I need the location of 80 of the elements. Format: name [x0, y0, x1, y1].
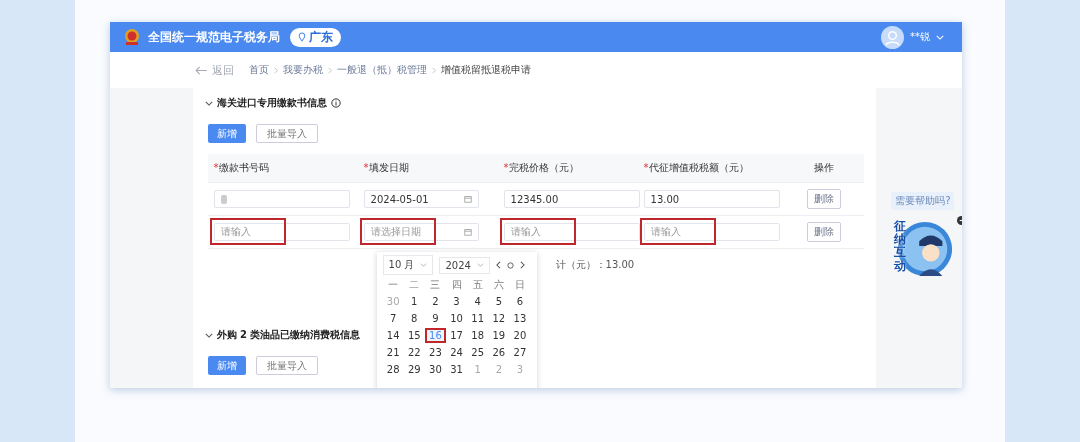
section-title: 海关进口专用缴款书信息	[216, 96, 327, 110]
calendar-icon	[463, 228, 472, 236]
calendar-icon	[463, 195, 472, 203]
location-pin-icon	[298, 32, 306, 42]
chevron-down-icon[interactable]	[204, 332, 213, 338]
calendar-day[interactable]: 8	[403, 311, 425, 326]
mascot-label: 征纳互动	[893, 220, 906, 273]
calendar-day[interactable]: 7	[382, 311, 404, 326]
calendar-day[interactable]: 12	[488, 311, 510, 326]
next-icon[interactable]	[519, 261, 525, 269]
delete-button[interactable]: 删除	[806, 189, 841, 209]
import-button[interactable]: 批量导入	[255, 124, 318, 143]
calendar-day[interactable]: 3	[446, 294, 468, 309]
weekday-label: 六	[492, 278, 505, 292]
calendar-day[interactable]: 25	[467, 345, 489, 360]
calendar-day[interactable]: 10	[446, 311, 468, 326]
breadcrumb-item[interactable]: 增值税留抵退税申请	[441, 63, 531, 77]
column-header: 操作	[812, 161, 835, 175]
help-tooltip: 需要帮助吗?	[891, 192, 955, 210]
calendar-day[interactable]: 15	[403, 328, 425, 343]
column-header: *代征增值税税额（元）	[643, 161, 750, 175]
calendar-day[interactable]: 5	[488, 294, 510, 309]
calendar-day[interactable]: 24	[446, 345, 468, 360]
calendar-day[interactable]: 2	[424, 294, 446, 309]
breadcrumb-item[interactable]: 首页	[249, 63, 269, 77]
calendar-day[interactable]: 21	[382, 345, 404, 360]
calendar-day[interactable]: 4	[467, 294, 489, 309]
weekday-label: 二	[408, 278, 421, 292]
input-field[interactable]: 12345.00	[503, 190, 640, 208]
region-selector[interactable]: 广东	[290, 27, 341, 47]
previous-icon[interactable]	[495, 261, 501, 269]
site-title: 全国统一规范电子税务局	[148, 28, 280, 46]
calendar-day[interactable]: 26	[488, 345, 510, 360]
month-select[interactable]: 10 月	[382, 255, 434, 275]
calendar-day[interactable]: 6	[509, 294, 531, 309]
delete-button[interactable]: 删除	[806, 222, 841, 242]
today-icon[interactable]	[506, 261, 514, 269]
calendar-day[interactable]: 31	[446, 362, 468, 377]
chevron-right-icon	[432, 66, 436, 74]
weekday-label: 三	[429, 278, 442, 292]
calendar-day[interactable]: 19	[488, 328, 510, 343]
import-button[interactable]: 批量导入	[255, 356, 318, 375]
calendar-day[interactable]: 14	[382, 328, 404, 343]
calendar-day[interactable]: 17	[446, 328, 468, 343]
calendar-day[interactable]: 9	[424, 311, 446, 326]
column-header: *完税价格（元）	[503, 161, 580, 175]
calendar-day[interactable]: 1	[403, 294, 425, 309]
calendar-day[interactable]: 11	[467, 311, 489, 326]
section-title: 外购 2 类油品已缴纳消费税信息	[216, 328, 361, 342]
chevron-down-icon	[476, 263, 484, 267]
chevron-down-icon[interactable]	[204, 100, 213, 106]
info-icon[interactable]	[330, 98, 341, 108]
weekday-label: 日	[513, 278, 526, 292]
weekday-label: 五	[471, 278, 484, 292]
calendar-day[interactable]: 13	[509, 311, 531, 326]
calendar-day[interactable]: 18	[467, 328, 489, 343]
calendar-day[interactable]: 23	[424, 345, 446, 360]
calendar-day[interactable]: 29	[403, 362, 425, 377]
emblem-icon	[122, 27, 142, 47]
calendar-day[interactable]: 30	[424, 362, 446, 377]
column-header: *缴款书号码	[213, 161, 270, 175]
year-select[interactable]: 2024	[439, 256, 490, 274]
chevron-right-icon	[328, 66, 332, 74]
calendar-day[interactable]: 27	[509, 345, 531, 360]
date-field[interactable]: 2024-05-01	[363, 190, 479, 208]
breadcrumb-item[interactable]: 我要办税	[283, 63, 323, 77]
avatar-icon[interactable]	[881, 25, 904, 49]
weekday-label: 四	[450, 278, 463, 292]
total-text: 计（元）：13.00	[555, 259, 635, 270]
calendar-day[interactable]: 28	[382, 362, 404, 377]
calendar-day[interactable]: 22	[403, 345, 425, 360]
column-header: *填发日期	[363, 161, 410, 175]
chevron-down-icon	[420, 263, 428, 267]
back-arrow-icon	[195, 65, 208, 75]
chevron-right-icon	[274, 66, 278, 74]
input-field[interactable]	[213, 190, 350, 208]
input-field[interactable]: 13.00	[643, 190, 780, 208]
weekday-label: 一	[387, 278, 400, 292]
breadcrumb-item[interactable]: 一般退（抵）税管理	[337, 63, 427, 77]
calendar-day[interactable]: 20	[509, 328, 531, 343]
